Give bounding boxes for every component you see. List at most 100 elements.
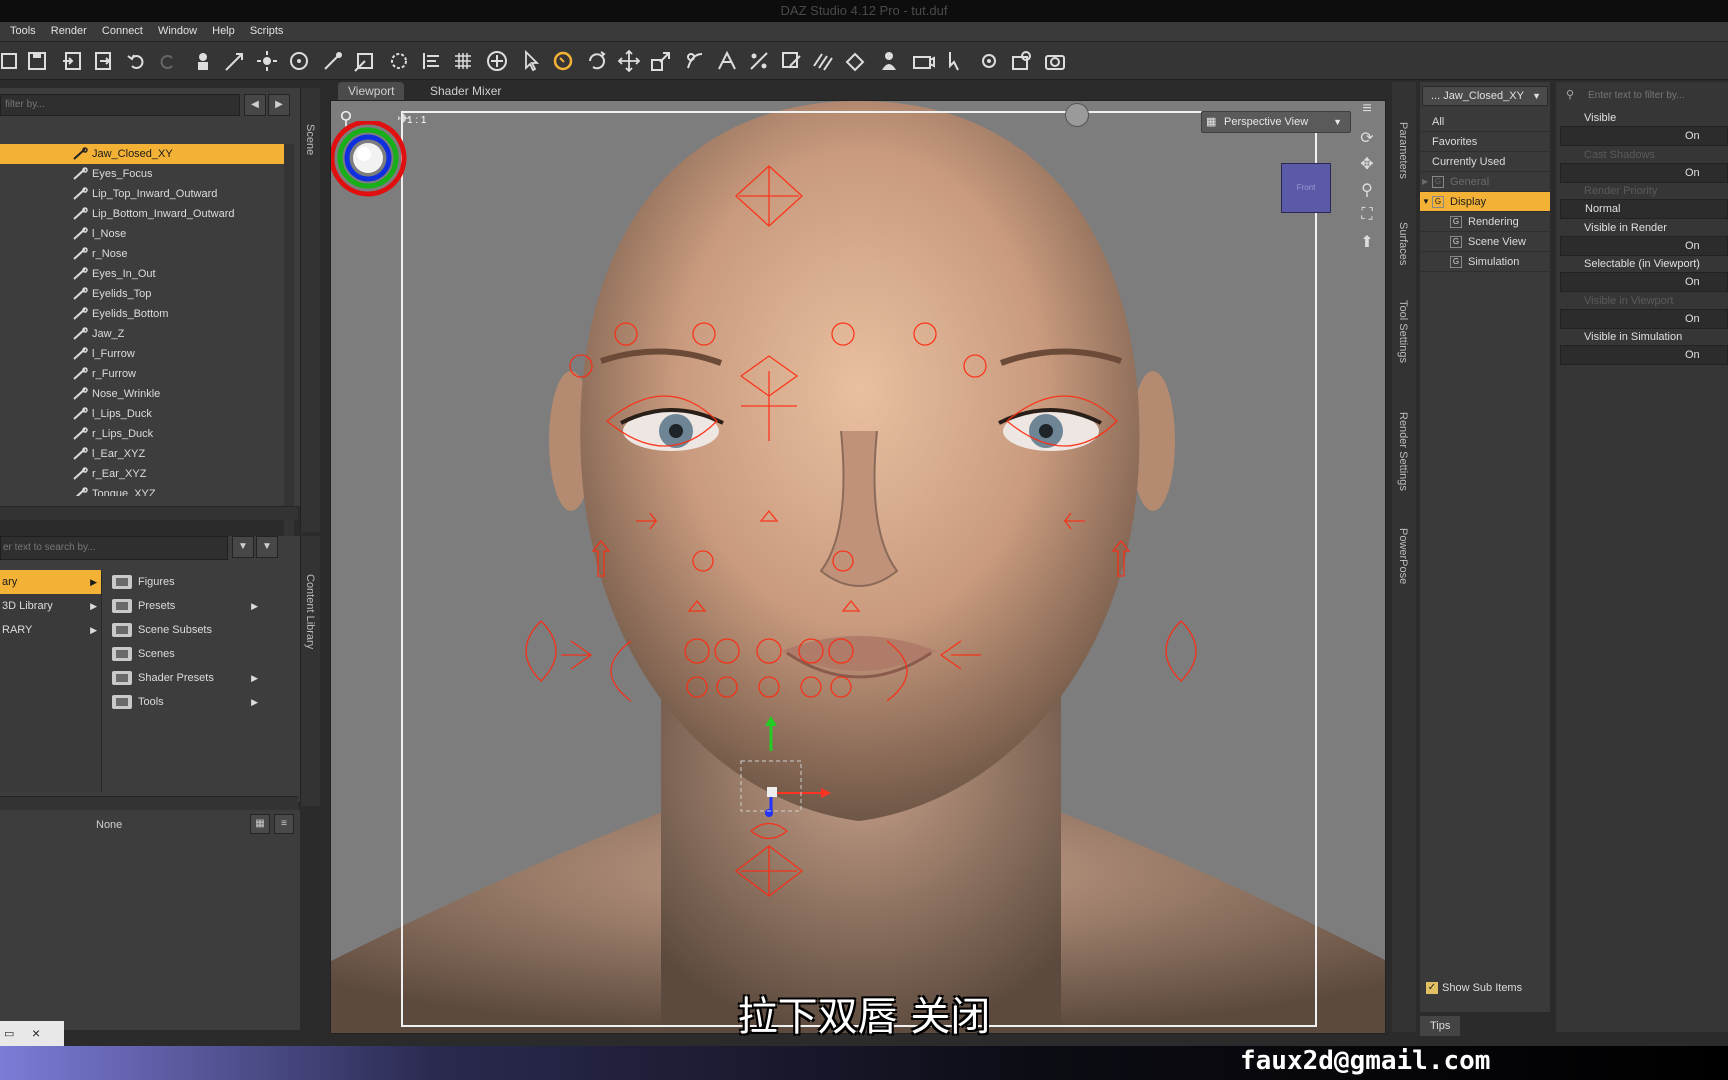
tab-surfaces[interactable]: Surfaces — [1397, 222, 1409, 265]
reset-view-icon[interactable]: ⬆ — [1350, 232, 1384, 258]
universal-tool-icon[interactable] — [222, 48, 248, 74]
scene-node[interactable]: r_Lips_Duck — [0, 424, 284, 444]
menu-tools[interactable]: Tools — [4, 22, 42, 40]
scene-node[interactable]: Eyes_Focus — [0, 164, 284, 184]
new-figure-icon[interactable] — [190, 48, 216, 74]
active-pose-icon[interactable] — [550, 48, 576, 74]
viewport[interactable]: 1 : 1 ⚲ ✈ ▦ Perspective View ▼ Front — [330, 100, 1386, 1034]
render-camera-icon[interactable] — [1042, 48, 1068, 74]
parameter-group-item[interactable]: ▶ G General — [1420, 172, 1550, 192]
hatch-icon[interactable] — [810, 48, 836, 74]
scene-node[interactable]: Nose_Wrinkle — [0, 384, 284, 404]
export-icon[interactable] — [90, 48, 116, 74]
menu-scripts[interactable]: Scripts — [244, 22, 290, 40]
orbit-icon[interactable]: ⟳ — [1350, 128, 1384, 154]
property-value[interactable]: On — [1560, 235, 1728, 256]
parameter-group-item[interactable]: G Scene View — [1420, 232, 1550, 252]
parameter-group-item[interactable]: ▼ G Display — [1420, 192, 1550, 212]
scene-node[interactable]: Jaw_Closed_XY — [0, 144, 284, 164]
geometry-edit-icon[interactable] — [352, 48, 378, 74]
library-menu-button[interactable]: ▼ — [256, 536, 278, 558]
save-icon[interactable] — [24, 48, 50, 74]
spot-render-icon[interactable] — [484, 48, 510, 74]
library-hscrollbar[interactable] — [0, 796, 298, 810]
menu-connect[interactable]: Connect — [96, 22, 149, 40]
view-mode-select[interactable]: ▦ Perspective View ▼ — [1201, 111, 1351, 133]
pan-icon[interactable]: ✥ — [1350, 154, 1384, 180]
pin-tool-icon[interactable] — [942, 48, 968, 74]
folder-item[interactable]: Scenes — [104, 642, 264, 666]
parameter-group-item[interactable]: G Rendering — [1420, 212, 1550, 232]
scene-side-tab[interactable]: Scene — [300, 88, 320, 532]
list-view-button[interactable]: ≡ — [274, 814, 294, 834]
property-value[interactable]: On — [1560, 162, 1728, 183]
scene-node[interactable]: Eyelids_Top — [0, 284, 284, 304]
zoom-icon[interactable]: ⚲ — [1350, 180, 1384, 206]
scene-node[interactable]: l_Furrow — [0, 344, 284, 364]
folder-item[interactable]: Shader Presets ▶ — [104, 666, 264, 690]
translate-icon[interactable] — [616, 48, 642, 74]
property-value[interactable]: On — [1560, 308, 1728, 329]
scene-back-button[interactable]: ◀ — [244, 94, 266, 116]
folder-item[interactable]: Figures — [104, 570, 264, 594]
align-icon[interactable] — [418, 48, 444, 74]
folder-item[interactable]: Presets ▶ — [104, 594, 264, 618]
tab-parameters[interactable]: Parameters — [1397, 122, 1409, 179]
redo-icon[interactable] — [154, 48, 180, 74]
parameter-group-item[interactable]: G Simulation — [1420, 252, 1550, 272]
scene-node[interactable]: Lip_Bottom_Inward_Outward — [0, 204, 284, 224]
property-value[interactable]: On — [1560, 126, 1728, 146]
scene-filter-input[interactable]: filter by... — [0, 94, 240, 116]
folder-item[interactable]: Tools ▶ — [104, 690, 264, 714]
import-icon[interactable] — [60, 48, 86, 74]
scene-node[interactable]: l_Lips_Duck — [0, 404, 284, 424]
view-cube[interactable]: Front — [1281, 163, 1331, 213]
close-icon[interactable]: × — [32, 1025, 40, 1041]
scene-forward-button[interactable]: ▶ — [268, 94, 290, 116]
node-weight-icon[interactable] — [320, 48, 346, 74]
light-tool-icon[interactable] — [254, 48, 280, 74]
scale-icon[interactable] — [648, 48, 674, 74]
show-sub-items-checkbox[interactable]: ✓ Show Sub Items — [1426, 982, 1522, 995]
transform-icon[interactable] — [746, 48, 772, 74]
scene-node[interactable]: l_Ear_XYZ — [0, 444, 284, 464]
frame-icon[interactable]: ⛶ — [1350, 206, 1384, 232]
library-item-rary[interactable]: RARY ▶ — [0, 618, 101, 642]
scene-node[interactable]: r_Furrow — [0, 364, 284, 384]
open-icon[interactable] — [0, 48, 26, 74]
parameter-group-item[interactable]: Favorites — [1420, 132, 1550, 152]
shading-mode-icon[interactable] — [1065, 103, 1089, 127]
grid-view-button[interactable]: ▦ — [250, 814, 270, 834]
region-nav-icon[interactable] — [386, 48, 412, 74]
property-value[interactable]: On — [1560, 272, 1728, 292]
minimized-window[interactable]: ▭ × — [0, 1021, 64, 1047]
scene-node[interactable]: r_Ear_XYZ — [0, 464, 284, 484]
tab-powerpose[interactable]: PowerPose — [1397, 528, 1409, 584]
library-dropdown-button[interactable]: ▼ — [232, 536, 254, 558]
tips-tab[interactable]: Tips — [1420, 1016, 1460, 1036]
property-value[interactable]: On — [1560, 345, 1728, 365]
property-filter-input[interactable]: Enter text to filter by... — [1556, 86, 1728, 108]
paint-icon[interactable] — [842, 48, 868, 74]
tab-tool-settings[interactable]: Tool Settings — [1397, 300, 1409, 363]
scene-node[interactable]: Jaw_Z — [0, 324, 284, 344]
parameter-group-item[interactable]: Currently Used — [1420, 152, 1550, 172]
menu-render[interactable]: Render — [45, 22, 93, 40]
tab-viewport[interactable]: Viewport — [338, 82, 405, 100]
select-pointer-icon[interactable] — [518, 48, 544, 74]
tab-shader-mixer[interactable]: Shader Mixer — [420, 82, 511, 100]
content-library-side-tab[interactable]: Content Library — [300, 536, 320, 806]
library-search-input[interactable]: er text to search by... — [0, 536, 228, 560]
scene-node[interactable]: l_Nose — [0, 224, 284, 244]
scene-hscrollbar[interactable] — [0, 506, 298, 520]
library-item-3d[interactable]: 3D Library ▶ — [0, 594, 101, 618]
edit-icon[interactable] — [778, 48, 804, 74]
folder-item[interactable]: Scene Subsets — [104, 618, 264, 642]
surface-selection-icon[interactable] — [682, 48, 708, 74]
scene-node[interactable]: Lip_Top_Inward_Outward — [0, 184, 284, 204]
scene-node[interactable]: Eyes_In_Out — [0, 264, 284, 284]
menu-window[interactable]: Window — [152, 22, 203, 40]
grid-icon[interactable] — [450, 48, 476, 74]
parameter-group-item[interactable]: All — [1420, 112, 1550, 132]
scene-node[interactable]: Eyelids_Bottom — [0, 304, 284, 324]
